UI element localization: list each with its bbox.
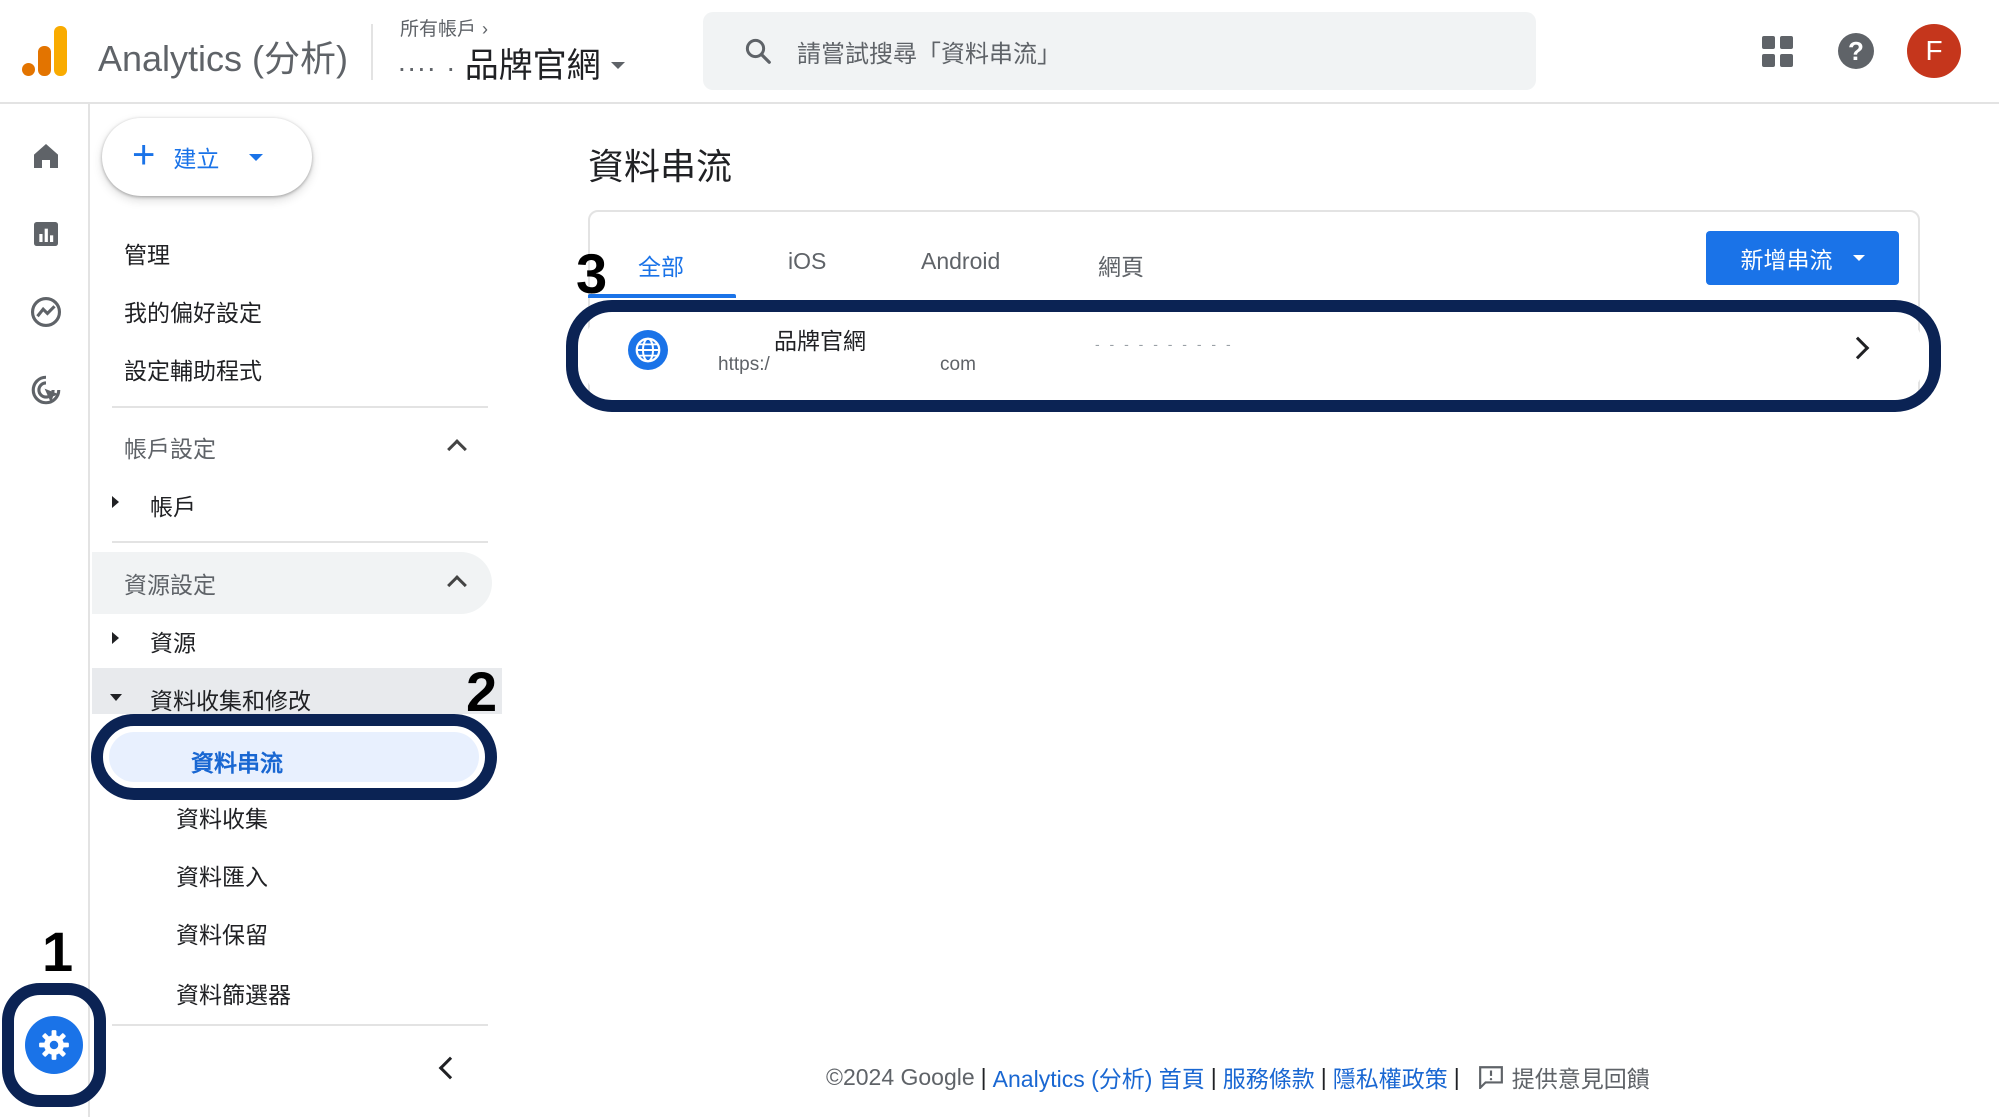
avatar[interactable]: F [1907,24,1961,78]
property-settings-heading[interactable]: 資源設定 [124,566,216,600]
footer-separator: | [1453,1063,1460,1090]
property-name: 品牌官網 [464,46,601,85]
expand-arrow-icon[interactable] [112,496,119,508]
footer-separator: | [1210,1063,1217,1090]
admin-button[interactable] [25,1016,83,1074]
footer-link-privacy[interactable]: 隱私權政策 [1333,1060,1448,1094]
footer: ©2024 Google | Analytics (分析) 首頁 | 服務條款 … [826,1060,1650,1094]
stream-name: 品牌官網 [774,328,866,354]
add-stream-label: 新增串流 [1740,247,1833,273]
footer-link-analytics-home[interactable]: Analytics (分析) 首頁 [993,1060,1205,1094]
page-title: 資料串流 [588,146,733,187]
feedback-icon[interactable] [1478,1065,1504,1089]
search-bar[interactable]: 請嘗試搜尋「資料串流」 [703,12,1536,90]
app-title[interactable]: Analytics (分析) [98,30,348,82]
sidebar-item-property[interactable]: 資源 [150,624,196,658]
expand-arrow-icon[interactable] [112,632,119,644]
sidebar-item-account[interactable]: 帳戶 [150,488,196,522]
active-tab-indicator [588,294,736,298]
copyright: ©2024 Google [826,1063,975,1090]
stream-url-suffix: com [940,354,976,375]
analytics-logo-icon[interactable] [22,26,68,76]
tab-web[interactable]: 網頁 [1098,248,1144,282]
dropdown-caret-icon [249,153,264,161]
sidebar-divider [112,1024,488,1026]
search-icon [745,38,771,64]
tab-ios[interactable]: iOS [788,248,826,275]
step-marker-2: 2 [466,660,498,723]
sidebar-divider [112,541,488,543]
chevron-up-icon[interactable] [447,439,467,459]
property-selector[interactable]: .... . 品牌官網 [398,40,625,85]
data-streams-highlight-outline: 資料串流 [91,714,497,800]
sidebar-item-data-import[interactable]: 資料匯入 [176,858,268,892]
gear-icon [39,1030,69,1060]
sidebar-item-admin[interactable]: 管理 [124,236,170,270]
property-prefix: .... . [398,46,457,77]
create-button[interactable]: + 建立 [102,118,312,196]
web-globe-icon [628,330,668,370]
footer-link-terms[interactable]: 服務條款 [1223,1060,1315,1094]
sidebar-item-data-filters[interactable]: 資料篩選器 [176,976,291,1010]
sidebar-divider [112,406,488,408]
account-settings-heading[interactable]: 帳戶設定 [124,430,216,464]
tab-android[interactable]: Android [921,248,1000,275]
feedback-link[interactable]: 提供意見回饋 [1512,1060,1650,1094]
home-icon[interactable] [26,136,66,176]
data-streams-label: 資料串流 [191,750,283,776]
stream-url-prefix: https:/ [718,354,770,375]
dropdown-caret-icon [1852,255,1865,261]
footer-separator: | [980,1063,987,1090]
admin-highlight-outline [2,983,106,1107]
add-stream-button[interactable]: 新增串流 [1706,231,1899,285]
sidebar-item-data-collection-modification[interactable]: 資料收集和修改 [150,682,311,716]
step-marker-1: 1 [42,920,74,983]
sidebar-item-preferences[interactable]: 我的偏好設定 [124,294,262,328]
plus-icon: + [132,133,156,177]
footer-separator: | [1320,1063,1327,1090]
ga-admin-screen: { "header": { "app_title": "Analytics (分… [0,0,1999,1117]
sidebar-item-data-retention[interactable]: 資料保留 [176,916,268,950]
search-placeholder: 請嘗試搜尋「資料串流」 [797,40,1061,68]
advertising-icon[interactable] [26,370,66,410]
explore-icon[interactable] [26,292,66,332]
create-label: 建立 [173,146,220,172]
header-divider [371,24,373,80]
apps-grid-icon[interactable] [1762,36,1794,68]
reports-icon[interactable] [26,214,66,254]
sidebar-item-setup-assistant[interactable]: 設定輔助程式 [124,352,262,386]
stream-id-redacted: - - - - - - - - - - [1095,336,1234,352]
collapse-arrow-icon[interactable] [110,694,122,701]
help-icon[interactable]: ? [1838,33,1874,69]
tab-all[interactable]: 全部 [638,248,684,282]
top-app-bar: Analytics (分析) 所有帳戶 › .... . 品牌官網 請嘗試搜尋「資… [0,0,1999,104]
collapse-sidebar-icon[interactable] [438,1056,462,1080]
admin-sidebar: + 建立 管理 我的偏好設定 設定輔助程式 帳戶設定 帳戶 資源設定 資源 資料… [91,104,502,1117]
sidebar-item-data-collection[interactable]: 資料收集 [176,800,268,834]
dropdown-caret-icon [610,61,625,69]
sidebar-item-data-streams[interactable]: 資料串流 [109,732,479,782]
